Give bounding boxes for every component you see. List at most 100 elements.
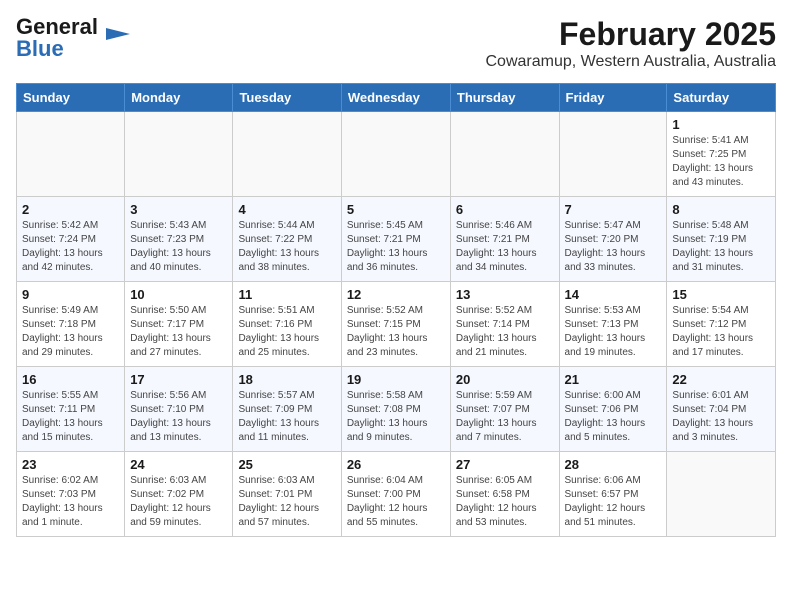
calendar-cell (450, 112, 559, 197)
calendar-cell: 1 Sunrise: 5:41 AM Sunset: 7:25 PM Daylig… (667, 112, 776, 197)
page-subtitle: Cowaramup, Western Australia, Australia (486, 53, 777, 71)
calendar-cell: 6 Sunrise: 5:46 AM Sunset: 7:21 PM Daylig… (450, 197, 559, 282)
day-info: Sunrise: 5:48 AM Sunset: 7:19 PM Dayligh… (672, 219, 770, 275)
day-number: 23 (22, 457, 119, 472)
calendar-cell: 18 Sunrise: 5:57 AM Sunset: 7:09 PM Dayli… (233, 367, 341, 452)
calendar-cell: 20 Sunrise: 5:59 AM Sunset: 7:07 PM Dayli… (450, 367, 559, 452)
day-number: 10 (130, 287, 227, 302)
calendar-cell: 19 Sunrise: 5:58 AM Sunset: 7:08 PM Dayli… (341, 367, 450, 452)
calendar-cell: 26 Sunrise: 6:04 AM Sunset: 7:00 PM Dayli… (341, 452, 450, 537)
day-info: Sunrise: 6:00 AM Sunset: 7:06 PM Dayligh… (565, 389, 662, 445)
day-number: 19 (347, 372, 445, 387)
day-number: 20 (456, 372, 554, 387)
calendar-cell (17, 112, 125, 197)
calendar-cell: 2Sunrise: 5:42 AM Sunset: 7:24 PM Daylig… (17, 197, 125, 282)
day-number: 9 (22, 287, 119, 302)
calendar-cell: 28 Sunrise: 6:06 AM Sunset: 6:57 PM Dayli… (559, 452, 667, 537)
day-number: 18 (238, 372, 335, 387)
calendar-cell: 7 Sunrise: 5:47 AM Sunset: 7:20 PM Daylig… (559, 197, 667, 282)
day-info: Sunrise: 5:59 AM Sunset: 7:07 PM Dayligh… (456, 389, 554, 445)
calendar-week-row: 2Sunrise: 5:42 AM Sunset: 7:24 PM Daylig… (17, 197, 776, 282)
calendar-cell (559, 112, 667, 197)
day-info: Sunrise: 5:57 AM Sunset: 7:09 PM Dayligh… (238, 389, 335, 445)
day-number: 15 (672, 287, 770, 302)
day-info: Sunrise: 5:47 AM Sunset: 7:20 PM Dayligh… (565, 219, 662, 275)
calendar-cell (341, 112, 450, 197)
title-block: February 2025 Cowaramup, Western Austral… (486, 16, 777, 71)
day-info: Sunrise: 6:01 AM Sunset: 7:04 PM Dayligh… (672, 389, 770, 445)
calendar-cell (125, 112, 233, 197)
calendar-cell: 16 Sunrise: 5:55 AM Sunset: 7:11 PM Dayli… (17, 367, 125, 452)
calendar-cell: 23 Sunrise: 6:02 AM Sunset: 7:03 PM Dayli… (17, 452, 125, 537)
day-number: 8 (672, 202, 770, 217)
calendar-cell: 22 Sunrise: 6:01 AM Sunset: 7:04 PM Dayli… (667, 367, 776, 452)
day-number: 25 (238, 457, 335, 472)
calendar-cell (667, 452, 776, 537)
calendar-cell: 24 Sunrise: 6:03 AM Sunset: 7:02 PM Dayli… (125, 452, 233, 537)
page-title: February 2025 (486, 16, 777, 53)
calendar-cell: 17 Sunrise: 5:56 AM Sunset: 7:10 PM Dayli… (125, 367, 233, 452)
day-number: 21 (565, 372, 662, 387)
day-number: 28 (565, 457, 662, 472)
calendar-week-row: 16 Sunrise: 5:55 AM Sunset: 7:11 PM Dayli… (17, 367, 776, 452)
day-info: Sunrise: 5:53 AM Sunset: 7:13 PM Dayligh… (565, 304, 662, 360)
logo-blue: Blue (16, 36, 64, 61)
day-info: Sunrise: 5:49 AM Sunset: 7:18 PM Dayligh… (22, 304, 119, 360)
weekday-header: Saturday (667, 84, 776, 112)
day-number: 24 (130, 457, 227, 472)
day-info: Sunrise: 6:03 AM Sunset: 7:02 PM Dayligh… (130, 474, 227, 530)
day-number: 26 (347, 457, 445, 472)
day-info: Sunrise: 6:06 AM Sunset: 6:57 PM Dayligh… (565, 474, 662, 530)
calendar-table: SundayMondayTuesdayWednesdayThursdayFrid… (16, 83, 776, 537)
calendar-cell: 14Sunrise: 5:53 AM Sunset: 7:13 PM Dayli… (559, 282, 667, 367)
day-info: Sunrise: 5:44 AM Sunset: 7:22 PM Dayligh… (238, 219, 335, 275)
logo: General Blue (16, 16, 130, 60)
calendar-week-row: 9 Sunrise: 5:49 AM Sunset: 7:18 PM Daylig… (17, 282, 776, 367)
calendar-cell: 13Sunrise: 5:52 AM Sunset: 7:14 PM Dayli… (450, 282, 559, 367)
day-number: 4 (238, 202, 335, 217)
day-info: Sunrise: 5:43 AM Sunset: 7:23 PM Dayligh… (130, 219, 227, 275)
day-info: Sunrise: 5:52 AM Sunset: 7:14 PM Dayligh… (456, 304, 554, 360)
calendar-cell: 3 Sunrise: 5:43 AM Sunset: 7:23 PM Daylig… (125, 197, 233, 282)
day-info: Sunrise: 6:05 AM Sunset: 6:58 PM Dayligh… (456, 474, 554, 530)
day-number: 7 (565, 202, 662, 217)
calendar-header-row: SundayMondayTuesdayWednesdayThursdayFrid… (17, 84, 776, 112)
calendar-cell: 11 Sunrise: 5:51 AM Sunset: 7:16 PM Dayli… (233, 282, 341, 367)
day-info: Sunrise: 6:02 AM Sunset: 7:03 PM Dayligh… (22, 474, 119, 530)
day-number: 16 (22, 372, 119, 387)
day-number: 12 (347, 287, 445, 302)
calendar-cell: 21 Sunrise: 6:00 AM Sunset: 7:06 PM Dayli… (559, 367, 667, 452)
calendar-cell: 12 Sunrise: 5:52 AM Sunset: 7:15 PM Dayli… (341, 282, 450, 367)
calendar-cell: 4 Sunrise: 5:44 AM Sunset: 7:22 PM Daylig… (233, 197, 341, 282)
calendar-week-row: 23 Sunrise: 6:02 AM Sunset: 7:03 PM Dayli… (17, 452, 776, 537)
logo-arrow-icon (102, 20, 130, 48)
day-info: Sunrise: 5:52 AM Sunset: 7:15 PM Dayligh… (347, 304, 445, 360)
weekday-header: Tuesday (233, 84, 341, 112)
calendar-cell: 27 Sunrise: 6:05 AM Sunset: 6:58 PM Dayli… (450, 452, 559, 537)
day-number: 1 (672, 117, 770, 132)
calendar-cell: 15Sunrise: 5:54 AM Sunset: 7:12 PM Dayli… (667, 282, 776, 367)
calendar-cell: 25 Sunrise: 6:03 AM Sunset: 7:01 PM Dayli… (233, 452, 341, 537)
day-info: Sunrise: 5:41 AM Sunset: 7:25 PM Dayligh… (672, 134, 770, 190)
weekday-header: Sunday (17, 84, 125, 112)
day-info: Sunrise: 5:58 AM Sunset: 7:08 PM Dayligh… (347, 389, 445, 445)
day-info: Sunrise: 6:03 AM Sunset: 7:01 PM Dayligh… (238, 474, 335, 530)
day-info: Sunrise: 6:04 AM Sunset: 7:00 PM Dayligh… (347, 474, 445, 530)
day-number: 6 (456, 202, 554, 217)
calendar-cell: 9 Sunrise: 5:49 AM Sunset: 7:18 PM Daylig… (17, 282, 125, 367)
day-info: Sunrise: 5:51 AM Sunset: 7:16 PM Dayligh… (238, 304, 335, 360)
calendar-cell: 5Sunrise: 5:45 AM Sunset: 7:21 PM Daylig… (341, 197, 450, 282)
day-number: 17 (130, 372, 227, 387)
calendar-cell: 10Sunrise: 5:50 AM Sunset: 7:17 PM Dayli… (125, 282, 233, 367)
day-info: Sunrise: 5:42 AM Sunset: 7:24 PM Dayligh… (22, 219, 119, 275)
weekday-header: Monday (125, 84, 233, 112)
day-number: 22 (672, 372, 770, 387)
day-info: Sunrise: 5:46 AM Sunset: 7:21 PM Dayligh… (456, 219, 554, 275)
day-info: Sunrise: 5:55 AM Sunset: 7:11 PM Dayligh… (22, 389, 119, 445)
day-number: 27 (456, 457, 554, 472)
weekday-header: Wednesday (341, 84, 450, 112)
day-info: Sunrise: 5:56 AM Sunset: 7:10 PM Dayligh… (130, 389, 227, 445)
day-info: Sunrise: 5:45 AM Sunset: 7:21 PM Dayligh… (347, 219, 445, 275)
day-number: 3 (130, 202, 227, 217)
day-number: 11 (238, 287, 335, 302)
